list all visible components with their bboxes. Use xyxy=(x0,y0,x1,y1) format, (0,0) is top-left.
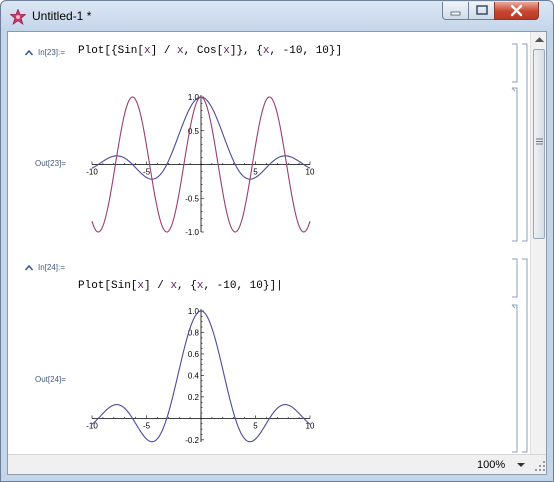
out-label: Out[24]= xyxy=(35,375,66,384)
y-tick-label: 1.0 xyxy=(188,307,200,316)
out-label: Out[23]= xyxy=(35,159,66,168)
scroll-up-arrow-icon[interactable] xyxy=(535,37,544,43)
x-tick-label: -10 xyxy=(86,168,98,177)
notebook-area: In[23]:= Plot[{Sin[x] / x, Cos[x]}, {x, … xyxy=(7,31,547,475)
plot-sinc-cos[interactable]: -10 -5 5 101.00.5-0.5-1.0 xyxy=(76,86,316,241)
title-bar[interactable]: Untitled-1 * xyxy=(1,1,553,31)
in-label: In[23]:= xyxy=(38,48,65,57)
input-cell-bracket[interactable] xyxy=(511,43,519,83)
input-cell-bracket[interactable] xyxy=(511,258,519,298)
x-tick-label: -10 xyxy=(86,421,98,430)
cell-collapse-arrow-icon[interactable] xyxy=(25,265,33,271)
group-bracket[interactable] xyxy=(521,258,529,453)
minimize-icon xyxy=(450,11,461,16)
cell-collapse-arrow-icon[interactable] xyxy=(25,50,33,56)
y-tick-label: -1.0 xyxy=(185,228,199,237)
notebook-content[interactable]: In[23]:= Plot[{Sin[x] / x, Cos[x]}, {x, … xyxy=(8,32,530,454)
grip-icon xyxy=(536,138,543,145)
window-title: Untitled-1 * xyxy=(32,9,92,23)
plot-sinc[interactable]: -10 -5 5 101.00.80.60.40.2-0.2 xyxy=(76,303,316,453)
group-bracket[interactable] xyxy=(521,43,529,242)
y-tick-label: -0.5 xyxy=(185,194,199,203)
y-tick-label: -0.2 xyxy=(185,436,199,445)
x-tick-label: 10 xyxy=(306,168,315,177)
mathematica-icon xyxy=(10,9,26,25)
x-tick-label: 10 xyxy=(306,421,315,430)
maximize-button[interactable] xyxy=(468,2,495,20)
x-tick-label: -5 xyxy=(143,421,151,430)
scrollbar-thumb[interactable] xyxy=(533,49,545,239)
y-tick-label: 0.4 xyxy=(188,371,200,380)
output-cell-bracket[interactable] xyxy=(511,304,519,453)
close-button[interactable] xyxy=(494,2,539,20)
input-code[interactable]: Plot[Sin[x] / x, {x, -10, 10}]| xyxy=(78,280,283,292)
close-icon xyxy=(510,4,523,17)
maximize-icon xyxy=(476,5,488,15)
input-code[interactable]: Plot[{Sin[x] / x, Cos[x]}, {x, -10, 10}] xyxy=(78,45,342,57)
x-tick-label: 5 xyxy=(253,168,258,177)
zoom-level[interactable]: 100% xyxy=(477,459,505,471)
minimize-button[interactable] xyxy=(442,2,469,20)
in-label: In[24]:= xyxy=(38,263,65,272)
output-cell-bracket[interactable] xyxy=(511,87,519,242)
y-tick-label: 0.6 xyxy=(188,350,200,359)
status-bar: 100% xyxy=(8,454,546,474)
resize-grip-icon[interactable] xyxy=(534,460,546,472)
y-tick-label: 0.2 xyxy=(188,393,200,402)
notebook-window: Untitled-1 * In[23]:= Plot[{Sin[x] / x, … xyxy=(0,0,554,482)
zoom-dropdown-icon[interactable] xyxy=(517,463,525,468)
x-tick-label: 5 xyxy=(253,421,258,430)
vertical-scrollbar[interactable] xyxy=(530,32,546,454)
